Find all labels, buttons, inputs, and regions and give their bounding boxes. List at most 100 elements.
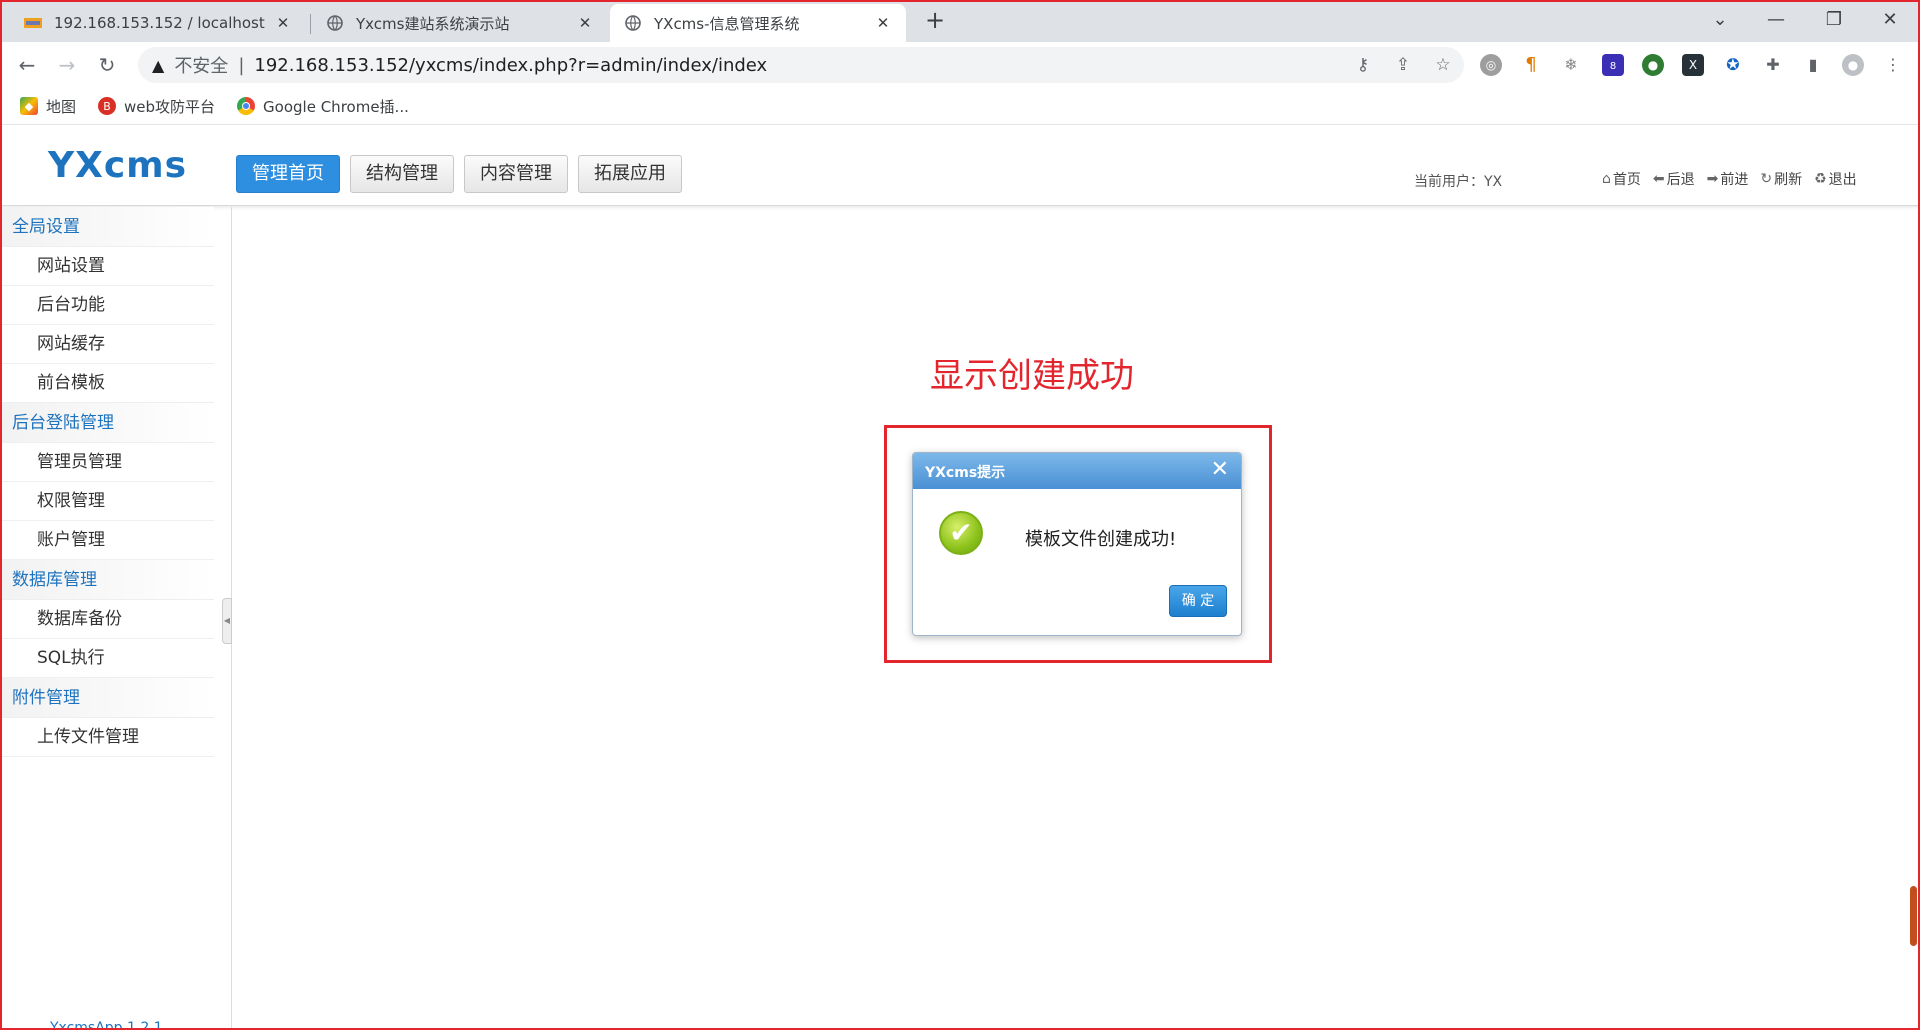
chrome-menu-icon[interactable]: ⋮ <box>1882 54 1904 76</box>
sidebar-collapse-handle[interactable]: ◀ <box>222 598 232 644</box>
close-tab-icon[interactable]: ✕ <box>576 14 594 32</box>
sidebar-item-backend-functions[interactable]: 后台功能 <box>2 286 214 325</box>
nav-admin-home[interactable]: 管理首页 <box>236 155 340 193</box>
extension-paragraph-icon[interactable]: ¶ <box>1520 54 1542 76</box>
quick-label: 退出 <box>1828 172 1857 188</box>
extensions-puzzle-icon[interactable]: ✚ <box>1762 54 1784 76</box>
sidebar-group-global-settings[interactable]: 全局设置 <box>2 207 214 247</box>
tab-strip: 192.168.153.152 / localhost | p ✕ Yxcms建… <box>0 0 1920 42</box>
sidebar-item-admin-management[interactable]: 管理员管理 <box>2 443 214 482</box>
quick-refresh[interactable]: ↻ 刷新 <box>1760 169 1802 189</box>
confirm-button[interactable]: 确 定 <box>1169 585 1227 617</box>
nav-extensions[interactable]: 拓展应用 <box>578 155 682 193</box>
nav-content[interactable]: 内容管理 <box>464 155 568 193</box>
tab-phpmyadmin[interactable]: 192.168.153.152 / localhost | p ✕ <box>10 4 306 42</box>
globe-icon <box>624 14 642 32</box>
success-check-icon: ✔ <box>939 511 983 555</box>
bookmark-maps[interactable]: ◆ 地图 <box>20 96 76 117</box>
scrollbar-thumb[interactable] <box>1910 886 1917 946</box>
extension-x-icon[interactable]: X <box>1682 54 1704 76</box>
bookmark-chrome-plugins[interactable]: Google Chrome插... <box>237 96 409 117</box>
sidebar-item-uploaded-files[interactable]: 上传文件管理 <box>2 718 214 757</box>
not-secure-label[interactable]: 不安全 <box>174 52 228 78</box>
app-version: YxcmsApp 1.2.1 <box>50 1020 163 1030</box>
sidebar-item-accounts[interactable]: 账户管理 <box>2 521 214 560</box>
address-bar[interactable]: ▲ 不安全 | 192.168.153.152/yxcms/index.php?… <box>138 47 1464 83</box>
sidebar-item-site-settings[interactable]: 网站设置 <box>2 247 214 286</box>
quick-label: 后退 <box>1666 172 1695 188</box>
extension-green-icon[interactable]: ● <box>1642 54 1664 76</box>
sidebar-item-front-templates[interactable]: 前台模板 <box>2 364 214 403</box>
globe-icon <box>326 14 344 32</box>
alert-dialog: YXcms提示 ✕ ✔ 模板文件创建成功! 确 定 <box>912 452 1242 636</box>
sidebar-item-permissions[interactable]: 权限管理 <box>2 482 214 521</box>
extension-shield-icon[interactable]: 8 <box>1602 54 1624 76</box>
phpmyadmin-icon <box>24 14 42 32</box>
tab-title: YXcms-信息管理系统 <box>654 14 800 33</box>
share-icon[interactable]: ⇪ <box>1390 52 1416 78</box>
close-window-icon[interactable]: ✕ <box>1870 6 1910 34</box>
quick-logout[interactable]: ♻ 退出 <box>1814 169 1857 189</box>
extension-globe-icon[interactable]: ◎ <box>1480 54 1502 76</box>
refresh-icon: ↻ <box>1760 171 1773 187</box>
dialog-title: YXcms提示 <box>925 465 1006 481</box>
quick-forward[interactable]: ➡ 前进 <box>1707 169 1749 189</box>
new-tab-button[interactable]: + <box>920 6 950 36</box>
sidebar-group-database[interactable]: 数据库管理 <box>2 560 214 600</box>
tab-yxcms-admin[interactable]: YXcms-信息管理系统 ✕ <box>610 4 906 42</box>
bookmarks-bar: ◆ 地图 B web攻防平台 Google Chrome插... <box>0 88 1920 124</box>
current-user: 当前用户：YX <box>1414 174 1503 190</box>
sidebar-item-site-cache[interactable]: 网站缓存 <box>2 325 214 364</box>
app-logo[interactable]: YXcms <box>48 145 187 186</box>
restore-icon[interactable]: ❐ <box>1814 6 1854 34</box>
reload-icon[interactable]: ↻ <box>92 50 122 80</box>
minimize-icon[interactable]: — <box>1756 6 1796 34</box>
nav-structure[interactable]: 结构管理 <box>350 155 454 193</box>
maps-icon: ◆ <box>20 97 38 115</box>
forward-arrow-icon: ➡ <box>1706 171 1719 187</box>
tab-yxcms-demo[interactable]: Yxcms建站系统演示站 ✕ <box>312 4 608 42</box>
annotation-text: 显示创建成功 <box>930 356 1134 396</box>
app-header: YXcms 管理首页 结构管理 内容管理 拓展应用 当前用户：YX ⌂ 首页 ⬅ 后… <box>0 124 1920 206</box>
tab-title: Yxcms建站系统演示站 <box>356 14 510 33</box>
logout-icon: ♻ <box>1814 171 1827 187</box>
forward-icon[interactable]: → <box>52 50 82 80</box>
sidebar-group-login-management[interactable]: 后台登陆管理 <box>2 403 214 443</box>
tab-separator <box>310 14 311 34</box>
web-attack-icon: B <box>98 97 117 115</box>
not-secure-icon[interactable]: ▲ <box>152 56 164 75</box>
bookmark-star-icon[interactable]: ☆ <box>1430 52 1456 78</box>
extension-snowflake-icon[interactable]: ❄ <box>1560 54 1582 76</box>
quick-home[interactable]: ⌂ 首页 <box>1602 169 1641 189</box>
quick-back[interactable]: ⬅ 后退 <box>1653 169 1695 189</box>
tab-search-icon[interactable]: ⌄ <box>1700 6 1740 34</box>
profile-avatar-icon[interactable]: ● <box>1842 54 1864 76</box>
url-text[interactable]: 192.168.153.152/yxcms/index.php?r=admin/… <box>254 55 767 76</box>
sidebar-item-sql-exec[interactable]: SQL执行 <box>2 639 214 678</box>
sidebar-group-attachments[interactable]: 附件管理 <box>2 678 214 718</box>
bookmark-label: 地图 <box>46 97 77 116</box>
chrome-icon <box>237 97 256 115</box>
bookmark-web-attack[interactable]: B web攻防平台 <box>98 96 215 117</box>
close-icon[interactable]: ✕ <box>1211 457 1229 482</box>
sidebar: 全局设置 网站设置 后台功能 网站缓存 前台模板 后台登陆管理 管理员管理 权限… <box>2 207 214 1030</box>
tab-title: 192.168.153.152 / localhost | p <box>54 14 266 32</box>
quick-label: 前进 <box>1720 172 1749 188</box>
quick-label: 首页 <box>1612 172 1641 188</box>
dialog-header[interactable]: YXcms提示 ✕ <box>913 453 1241 489</box>
close-tab-icon[interactable]: ✕ <box>274 14 292 32</box>
back-icon[interactable]: ← <box>12 50 42 80</box>
bookmark-label: web攻防平台 <box>124 97 216 116</box>
extension-compass-icon[interactable]: ✪ <box>1722 54 1744 76</box>
dialog-message: 模板文件创建成功! <box>1025 529 1177 550</box>
close-tab-icon[interactable]: ✕ <box>874 14 892 32</box>
bookmark-label: Google Chrome插... <box>263 97 409 116</box>
key-icon[interactable]: ⚷ <box>1350 52 1376 78</box>
quick-label: 刷新 <box>1774 172 1803 188</box>
sidebar-item-db-backup[interactable]: 数据库备份 <box>2 600 214 639</box>
back-arrow-icon: ⬅ <box>1652 171 1665 187</box>
quick-links: ⌂ 首页 ⬅ 后退 ➡ 前进 ↻ 刷新 ♻ 退出 <box>1590 169 1857 189</box>
address-separator: | <box>238 54 245 76</box>
browser-toolbar: ← → ↻ ▲ 不安全 | 192.168.153.152/yxcms/inde… <box>0 42 1920 88</box>
side-panel-icon[interactable]: ▮ <box>1802 54 1824 76</box>
